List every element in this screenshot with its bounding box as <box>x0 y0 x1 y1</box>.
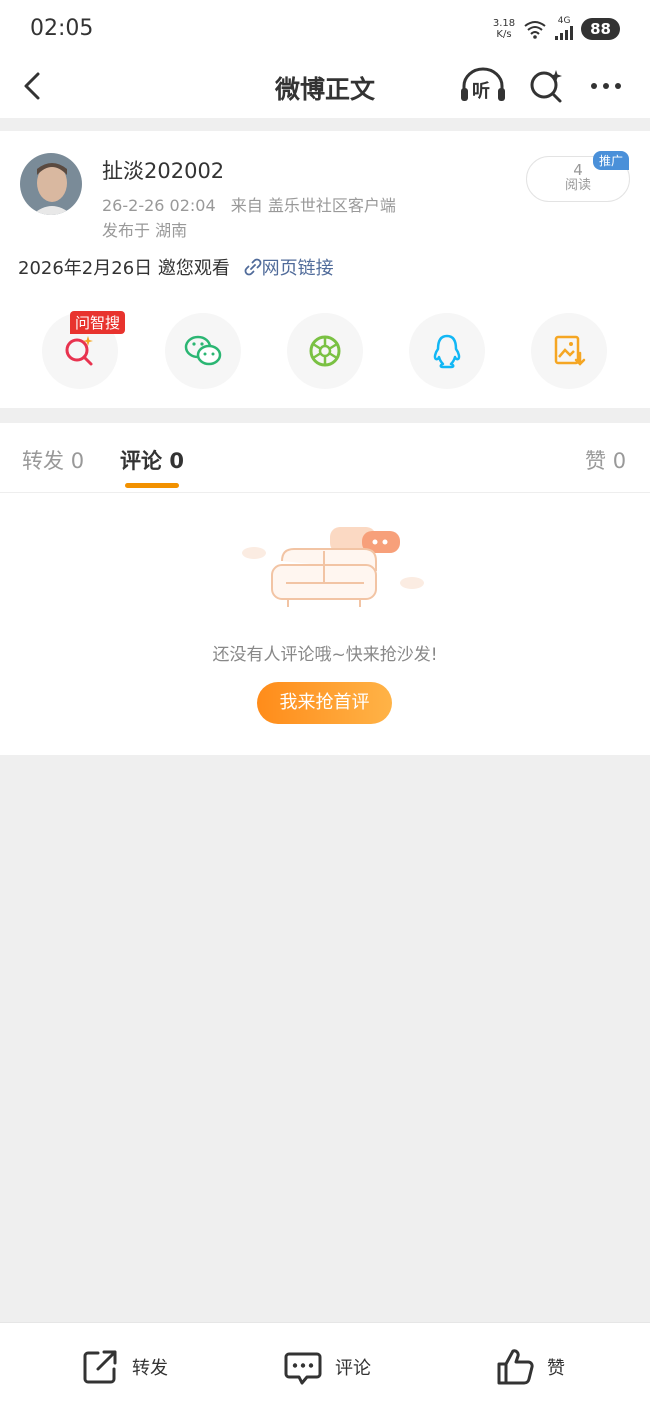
ask-search-icon <box>65 336 93 366</box>
post-meta: 26-2-26 02:04 来自 盖乐世社区客户端 <box>102 192 406 216</box>
web-link[interactable]: 网页链接 <box>244 258 334 279</box>
comment-button[interactable]: 评论 <box>283 1347 371 1387</box>
tab-comment[interactable]: 评论 0 <box>120 445 184 475</box>
wifi-icon <box>524 20 546 39</box>
tabs-row: 转发 0 评论 0 赞 0 <box>0 423 650 493</box>
cell-signal: 4G <box>555 17 574 40</box>
repost-button[interactable]: 转发 <box>80 1347 168 1387</box>
thumbs-up-icon <box>497 1349 534 1385</box>
ask-tag: 问智搜 <box>70 311 126 334</box>
listen-button[interactable]: 听 <box>458 66 508 106</box>
empty-sofa-illustration <box>242 527 424 607</box>
share-row: 问智搜 <box>0 311 650 391</box>
post-location: 发布于 湖南 <box>102 221 188 240</box>
post-content: 2026年2月26日 邀您观看 网页链接 <box>18 254 334 280</box>
comment-label: 评论 <box>335 1358 371 1379</box>
repost-label: 转发 <box>132 1358 168 1379</box>
read-label: 阅读 <box>564 178 591 193</box>
repost-icon <box>83 1350 117 1384</box>
link-icon <box>244 258 262 276</box>
save-image-icon <box>554 335 586 366</box>
username[interactable]: 扯淡202002 <box>102 155 224 185</box>
qq-icon <box>433 334 461 369</box>
post-card: 扯淡202002 26-2-26 02:04 来自 盖乐世社区客户端 发布于 湖… <box>0 131 650 408</box>
more-dots-icon[interactable] <box>586 66 626 106</box>
share-moments[interactable] <box>287 313 363 389</box>
share-wechat[interactable] <box>165 313 241 389</box>
promo-tag[interactable]: 推广 <box>592 151 629 170</box>
web-link-label: 网页链接 <box>261 258 334 279</box>
comments-section: 转发 0 评论 0 赞 0 还没有人评论哦~快来抢沙发! 我来抢首评 <box>0 423 650 755</box>
empty-state-message: 还没有人评论哦~快来抢沙发! <box>212 645 438 665</box>
listen-label: 听 <box>472 81 490 102</box>
sparkle-search-icon[interactable] <box>526 66 566 106</box>
share-qq[interactable] <box>409 313 485 389</box>
status-bar: 02:05 3.18 K/s 4G 88 <box>0 0 650 58</box>
wechat-icon <box>184 335 222 366</box>
like-label: 赞 <box>547 1358 565 1379</box>
comment-icon <box>284 1352 322 1385</box>
battery-indicator: 88 <box>581 17 620 40</box>
post-datetime: 26-2-26 02:04 <box>102 196 216 215</box>
tab-active-indicator <box>125 483 179 488</box>
first-comment-button[interactable]: 我来抢首评 <box>257 682 392 724</box>
bottom-action-bar: 转发 评论 赞 <box>0 1322 650 1408</box>
read-count-badge[interactable]: 4 阅读 推广 <box>526 151 630 202</box>
post-text: 2026年2月26日 邀您观看 <box>18 258 230 279</box>
share-save-image[interactable] <box>531 313 607 389</box>
post-source: 来自 盖乐世社区客户端 <box>230 196 396 215</box>
tab-repost[interactable]: 转发 0 <box>22 445 84 475</box>
net-speed: 3.18 K/s <box>492 17 516 40</box>
signal-bars-icon <box>555 26 574 40</box>
moments-icon <box>309 335 341 367</box>
nav-bar: 微博正文 听 <box>0 58 650 118</box>
status-indicators: 3.18 K/s 4G 88 <box>493 17 620 40</box>
avatar[interactable] <box>20 153 82 215</box>
avatar-image <box>20 153 82 215</box>
like-button[interactable]: 赞 <box>495 1347 565 1387</box>
status-time: 02:05 <box>30 16 94 41</box>
tab-like[interactable]: 赞 0 <box>585 445 626 475</box>
